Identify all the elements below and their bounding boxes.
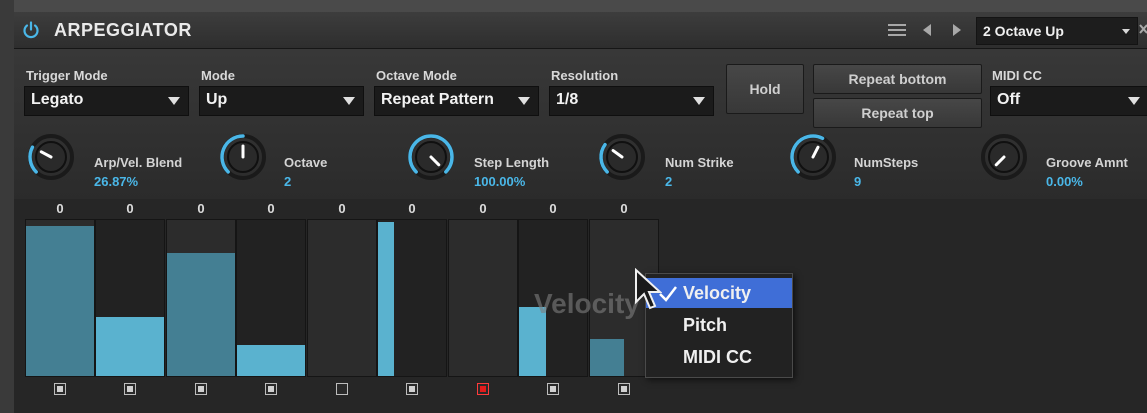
arp-vel-blend-knob[interactable] (27, 133, 75, 181)
num-steps-knob[interactable] (789, 133, 837, 181)
step-top-value: 0 (126, 201, 134, 216)
midi-cc-label: MIDI CC (992, 68, 1042, 83)
mode-value: Up (206, 91, 228, 108)
step-top-value: 0 (267, 201, 275, 216)
step-cell[interactable] (95, 219, 165, 377)
chevron-down-icon (518, 97, 530, 105)
num-strike-value: 2 (665, 174, 673, 189)
menu-item-midi-cc[interactable]: MIDI CC (646, 342, 792, 372)
repeat-bottom-button[interactable]: Repeat bottom (813, 64, 982, 94)
arp-vel-blend-label: Arp/Vel. Blend (94, 155, 183, 170)
groove-amount-knob[interactable] (980, 133, 1028, 181)
step-bar (26, 226, 94, 376)
step-top-value: 0 (479, 201, 487, 216)
step-top-value: 0 (620, 201, 628, 216)
resolution-value: 1/8 (556, 91, 579, 108)
dropdown-arrow-icon (1122, 29, 1130, 34)
step-top-value: 0 (56, 201, 64, 216)
menu-item-label: MIDI CC (683, 347, 752, 367)
chevron-down-icon (1128, 97, 1140, 105)
trigger-mode-value: Legato (31, 91, 84, 108)
step-enable-checkbox[interactable] (195, 383, 207, 395)
step-enable-checkbox[interactable] (336, 383, 348, 395)
mode-dropdown[interactable]: Up (199, 86, 364, 116)
step-enable-checkbox[interactable] (547, 383, 559, 395)
num-strike-label: Num Strike (665, 155, 734, 170)
trigger-mode-label: Trigger Mode (26, 68, 108, 83)
step-cell[interactable] (307, 219, 377, 377)
step-enable-checkbox[interactable] (265, 383, 277, 395)
preset-name: 2 Octave Up (983, 23, 1064, 39)
step-enable-checkbox[interactable] (124, 383, 136, 395)
resolution-label: Resolution (551, 68, 619, 83)
next-preset-icon[interactable] (950, 22, 964, 38)
step-length-knob[interactable] (407, 133, 455, 181)
window-left-edge (0, 0, 14, 413)
chevron-down-icon (168, 97, 180, 105)
power-icon[interactable] (22, 21, 40, 39)
step-cell[interactable] (25, 219, 95, 377)
trigger-mode-dropdown[interactable]: Legato (24, 86, 189, 116)
octave-knob-label: Octave (284, 155, 328, 170)
num-steps-label: NumSteps (854, 155, 919, 170)
arp-vel-blend-value: 26.87% (94, 174, 139, 189)
groove-amount-value: 0.00% (1046, 174, 1083, 189)
window-top-edge (0, 0, 1147, 12)
step-top-value: 0 (338, 201, 346, 216)
num-steps-value: 9 (854, 174, 862, 189)
hold-button[interactable]: Hold (726, 64, 804, 114)
step-enable-checkbox[interactable] (477, 383, 489, 395)
preset-select[interactable]: 2 Octave Up (976, 17, 1138, 45)
octave-mode-dropdown[interactable]: Repeat Pattern (374, 86, 539, 116)
num-strike-knob[interactable] (598, 133, 646, 181)
menu-item-pitch[interactable]: Pitch (646, 310, 792, 340)
step-enable-checkbox[interactable] (54, 383, 66, 395)
octave-mode-label: Octave Mode (376, 68, 457, 83)
step-enable-checkbox[interactable] (406, 383, 418, 395)
previous-preset-icon[interactable] (920, 22, 934, 38)
step-cell[interactable] (377, 219, 447, 377)
menu-item-label: Velocity (683, 283, 752, 303)
step-top-value: 0 (408, 201, 416, 216)
step-length-value: 100.00% (474, 174, 526, 189)
step-bar (167, 253, 235, 376)
mode-label: Mode (201, 68, 235, 83)
chevron-down-icon (343, 97, 355, 105)
panel-title: ARPEGGIATOR (54, 20, 192, 40)
menu-item-label: Pitch (683, 315, 728, 335)
step-cell[interactable] (236, 219, 306, 377)
step-length-label: Step Length (474, 155, 550, 170)
lane-watermark: Velocity (534, 288, 640, 319)
menu-item-velocity[interactable]: Velocity (646, 278, 792, 308)
octave-mode-value: Repeat Pattern (381, 91, 494, 108)
octave-knob-value: 2 (284, 174, 292, 189)
groove-amount-label: Groove Amnt (1046, 155, 1128, 170)
step-cell[interactable] (448, 219, 518, 377)
step-bar (237, 345, 305, 376)
step-bar (96, 317, 164, 376)
midi-cc-dropdown[interactable]: Off (990, 86, 1147, 116)
resolution-dropdown[interactable]: 1/8 (549, 86, 714, 116)
midi-cc-value: Off (997, 91, 1021, 108)
mouse-cursor-icon (635, 268, 662, 310)
step-bar (378, 222, 394, 376)
step-top-value: 0 (197, 201, 205, 216)
repeat-top-button[interactable]: Repeat top (813, 98, 982, 128)
menu-icon[interactable] (888, 22, 906, 38)
arpeggiator-panel: ARPEGGIATOR 2 Octave Up Trigger Mode Leg… (14, 12, 1147, 413)
step-top-value: 0 (549, 201, 557, 216)
controls-section: Trigger Mode Legato Mode Up Octave Mode … (14, 49, 1147, 199)
chevron-down-icon (693, 97, 705, 105)
octave-knob[interactable] (219, 133, 267, 181)
title-bar: ARPEGGIATOR 2 Octave Up (14, 12, 1147, 49)
close-icon[interactable] (1139, 22, 1147, 38)
step-bar (590, 339, 624, 376)
step-enable-checkbox[interactable] (618, 383, 630, 395)
step-cell[interactable] (166, 219, 236, 377)
lane-context-menu: Velocity Pitch MIDI CC (645, 273, 793, 378)
